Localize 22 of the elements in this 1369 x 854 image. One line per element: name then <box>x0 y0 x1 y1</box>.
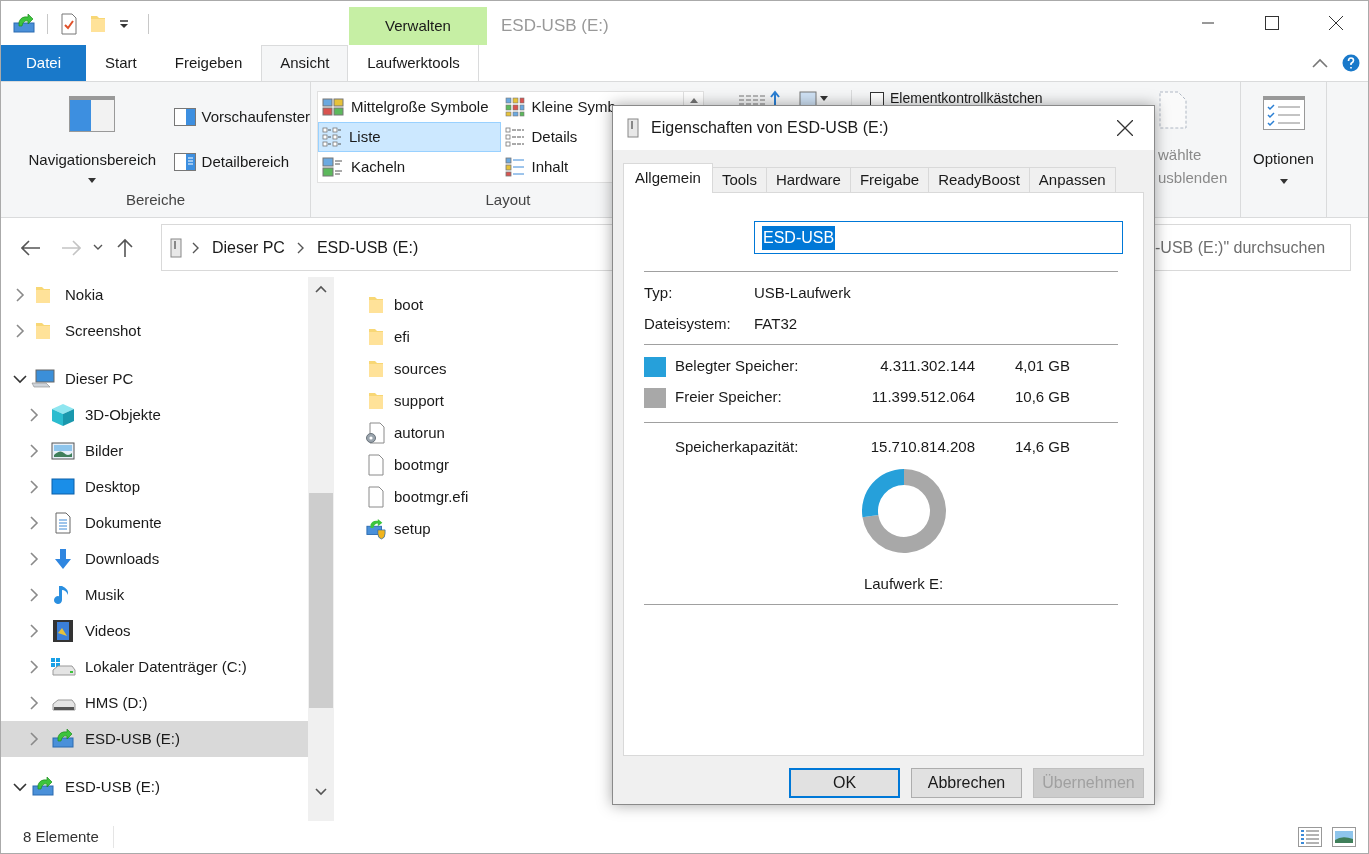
property-value: FAT32 <box>754 314 798 335</box>
button-label: usblenden <box>1158 167 1228 188</box>
space-label: Belegter Speicher: <box>675 356 800 377</box>
property-label: Typ: <box>644 283 674 304</box>
button-label: wählte <box>1158 145 1202 165</box>
drive-label: Laufwerk E: <box>863 575 944 592</box>
status-text: 8 Elemente <box>1 825 114 849</box>
bytes-value: 15.710.814.208 <box>869 437 975 458</box>
size-value: 10,6 GB <box>1013 387 1070 408</box>
group-label: Layout <box>484 190 532 210</box>
space-label: Freier Speicher: <box>675 387 783 408</box>
capacity-label: Speicherkapazität: <box>675 437 800 458</box>
dialog-title: Eigenschaften von ESD-USB (E:) <box>651 118 889 138</box>
contextual-tab-header: Verwalten <box>349 7 487 45</box>
property-label: Dateisystem: <box>644 314 732 335</box>
size-value: 4,01 GB <box>1013 356 1070 377</box>
bytes-value: 4.311.302.144 <box>879 356 975 377</box>
window-title: ESD-USB (E:) <box>501 15 609 37</box>
group-label: Bereiche <box>124 190 187 210</box>
bytes-value: 11.399.512.064 <box>870 387 975 408</box>
size-value: 14,6 GB <box>1013 437 1070 458</box>
property-value: USB-Laufwerk <box>754 283 851 304</box>
